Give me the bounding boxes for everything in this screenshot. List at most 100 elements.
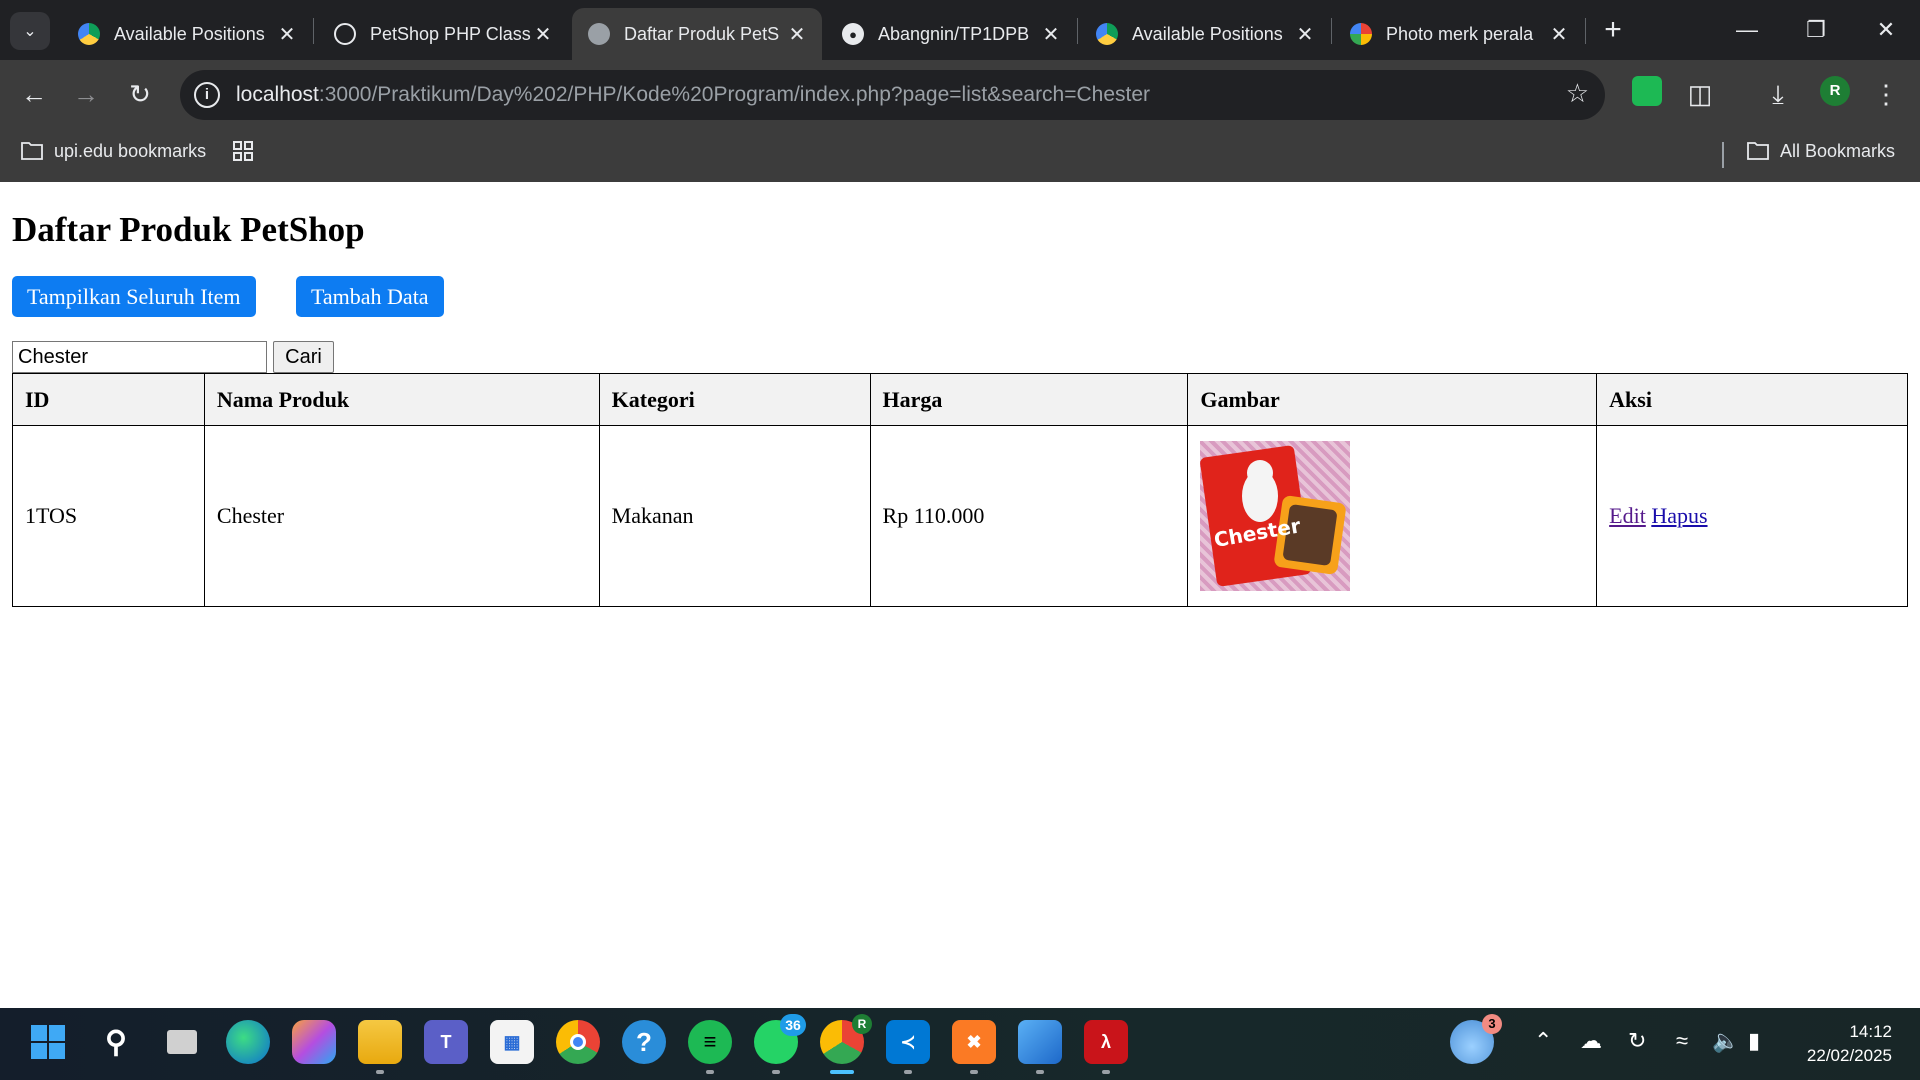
product-table: ID Nama Produk Kategori Harga Gambar Aks… xyxy=(12,373,1908,607)
bookmark-label: upi.edu bookmarks xyxy=(54,140,207,161)
search-button[interactable]: Cari xyxy=(273,341,334,373)
notification-badge: 36 xyxy=(780,1014,806,1036)
close-icon[interactable]: ✕ xyxy=(1040,22,1062,47)
add-data-button[interactable]: Tambah Data xyxy=(296,276,444,317)
github-icon: ● xyxy=(842,23,864,45)
tab-daftar-produk[interactable]: Daftar Produk PetS ✕ xyxy=(572,8,822,60)
search-input[interactable] xyxy=(12,341,267,373)
table-header-row: ID Nama Produk Kategori Harga Gambar Aks… xyxy=(12,373,1908,426)
clock-time: 14:12 xyxy=(1849,1022,1892,1041)
bookmark-folder-upi[interactable]: upi.edu bookmarks xyxy=(20,140,206,162)
menu-button[interactable]: ⋮ xyxy=(1866,74,1906,114)
product-image: Chester xyxy=(1200,441,1351,591)
volume-icon[interactable]: 🔈 xyxy=(1712,1028,1739,1054)
vscode-icon[interactable]: ≺ xyxy=(886,1020,930,1074)
edit-link[interactable]: Edit xyxy=(1609,503,1646,528)
minimize-button[interactable]: — xyxy=(1723,10,1771,50)
close-icon[interactable]: ✕ xyxy=(532,22,554,47)
weather-badge: 3 xyxy=(1482,1014,1502,1034)
close-icon[interactable]: ✕ xyxy=(786,22,808,47)
reload-button[interactable]: ↻ xyxy=(120,74,160,114)
clock-date: 22/02/2025 xyxy=(1806,1046,1892,1065)
bookmarks-divider xyxy=(1722,142,1724,168)
spotify-icon[interactable]: ≡ xyxy=(688,1020,732,1074)
edge-icon[interactable] xyxy=(226,1020,270,1064)
running-indicator xyxy=(376,1070,384,1074)
address-bar[interactable]: i localhost:3000/Praktikum/Day%202/PHP/K… xyxy=(180,70,1605,120)
close-icon[interactable]: ✕ xyxy=(1548,22,1570,47)
close-icon[interactable]: ✕ xyxy=(276,22,298,47)
extension-video-icon[interactable] xyxy=(1632,76,1662,106)
address-host: localhost xyxy=(236,83,319,106)
cell-id: 1TOS xyxy=(12,425,205,607)
tab-search-button[interactable]: ⌄ xyxy=(10,12,50,50)
all-bookmarks-label: All Bookmarks xyxy=(1780,140,1896,161)
copilot-icon[interactable] xyxy=(292,1020,336,1064)
running-indicator xyxy=(1102,1070,1110,1074)
cell-price: Rp 110.000 xyxy=(869,425,1189,607)
all-bookmarks[interactable]: All Bookmarks xyxy=(1746,140,1895,162)
microsoft-store-icon[interactable]: ▦ xyxy=(490,1020,534,1064)
show-all-button[interactable]: Tampilkan Seluruh Item xyxy=(12,276,256,317)
profile-avatar[interactable]: R xyxy=(1820,76,1850,106)
tab-title: Available Positions xyxy=(1132,23,1283,44)
browser-toolbar: ← → ↻ i localhost:3000/Praktikum/Day%202… xyxy=(0,60,1920,128)
close-icon[interactable]: ✕ xyxy=(1294,22,1316,47)
tab-petshop-php-class[interactable]: PetShop PHP Class ✕ xyxy=(318,8,568,60)
running-indicator xyxy=(772,1070,780,1074)
help-icon[interactable]: ? xyxy=(622,1020,666,1064)
forward-button[interactable]: → xyxy=(66,74,106,114)
system-clock[interactable]: 14:12 22/02/2025 xyxy=(1807,1020,1892,1068)
bookmark-star-icon[interactable]: ☆ xyxy=(1566,78,1589,109)
wifi-icon[interactable]: ≈ xyxy=(1676,1028,1688,1054)
task-view-icon[interactable] xyxy=(160,1020,204,1064)
profile-badge: R xyxy=(852,1014,872,1034)
weather-widget-icon[interactable]: 3 xyxy=(1450,1014,1502,1064)
address-url[interactable]: localhost:3000/Praktikum/Day%202/PHP/Kod… xyxy=(236,83,1150,107)
chrome-icon[interactable] xyxy=(556,1020,600,1064)
openai-icon xyxy=(334,23,356,45)
cell-actions: Edit Hapus xyxy=(1596,425,1908,607)
downloads-button[interactable]: ⤓ xyxy=(1758,74,1798,114)
tab-github[interactable]: ● Abangnin/TP1DPB ✕ xyxy=(826,8,1076,60)
tab-photo-merk[interactable]: Photo merk perala ✕ xyxy=(1334,8,1584,60)
new-tab-button[interactable]: + xyxy=(1596,14,1630,48)
photos-icon[interactable] xyxy=(1018,1020,1062,1074)
onedrive-cloud-icon[interactable]: ☁ xyxy=(1580,1028,1602,1054)
back-button[interactable]: ← xyxy=(14,74,54,114)
windows-start-icon[interactable] xyxy=(26,1020,70,1064)
tab-divider xyxy=(1077,18,1078,44)
cell-image: Chester xyxy=(1187,425,1598,607)
apps-shortcut[interactable] xyxy=(232,140,266,162)
file-explorer-icon[interactable] xyxy=(358,1020,402,1074)
task-view-graphic xyxy=(167,1030,197,1054)
cell-name: Chester xyxy=(203,425,600,607)
chevron-down-icon: ⌄ xyxy=(23,23,37,40)
tab-title: Daftar Produk PetS xyxy=(624,23,780,44)
whatsapp-icon[interactable]: 36 xyxy=(754,1014,806,1074)
xampp-icon[interactable]: ✖ xyxy=(952,1020,996,1074)
search-icon[interactable]: ⚲ xyxy=(94,1020,138,1064)
header-price: Harga xyxy=(869,373,1189,426)
tab-available-positions-1[interactable]: Available Positions ✕ xyxy=(62,8,312,60)
chrome-profile-icon[interactable]: R xyxy=(820,1014,872,1074)
running-indicator xyxy=(706,1070,714,1074)
teams-icon[interactable]: T xyxy=(424,1020,468,1064)
extensions-button[interactable]: ◫ xyxy=(1680,74,1720,114)
tab-title: Photo merk perala xyxy=(1386,23,1534,44)
sync-icon[interactable]: ↻ xyxy=(1628,1028,1646,1054)
tab-available-positions-2[interactable]: Available Positions ✕ xyxy=(1080,8,1330,60)
header-category: Kategori xyxy=(598,373,871,426)
apps-grid-icon xyxy=(233,141,253,161)
restore-button[interactable]: ❐ xyxy=(1792,10,1840,50)
acrobat-icon[interactable]: λ xyxy=(1084,1020,1128,1074)
battery-icon[interactable]: ▮ xyxy=(1748,1028,1760,1054)
tab-divider xyxy=(1585,18,1586,44)
windows-taskbar: ⚲ T ▦ ? ≡ 36 R ≺ ✖ λ 3 ⌃ ☁ ↻ ≈ 🔈 ▮ 14:12… xyxy=(0,1008,1920,1080)
product-photo-graphic: Chester xyxy=(1200,445,1346,587)
close-window-button[interactable]: ✕ xyxy=(1862,10,1910,50)
site-info-icon[interactable]: i xyxy=(194,82,220,108)
chevron-up-icon[interactable]: ⌃ xyxy=(1534,1028,1552,1054)
delete-link[interactable]: Hapus xyxy=(1651,503,1707,528)
globe-icon xyxy=(588,23,610,45)
